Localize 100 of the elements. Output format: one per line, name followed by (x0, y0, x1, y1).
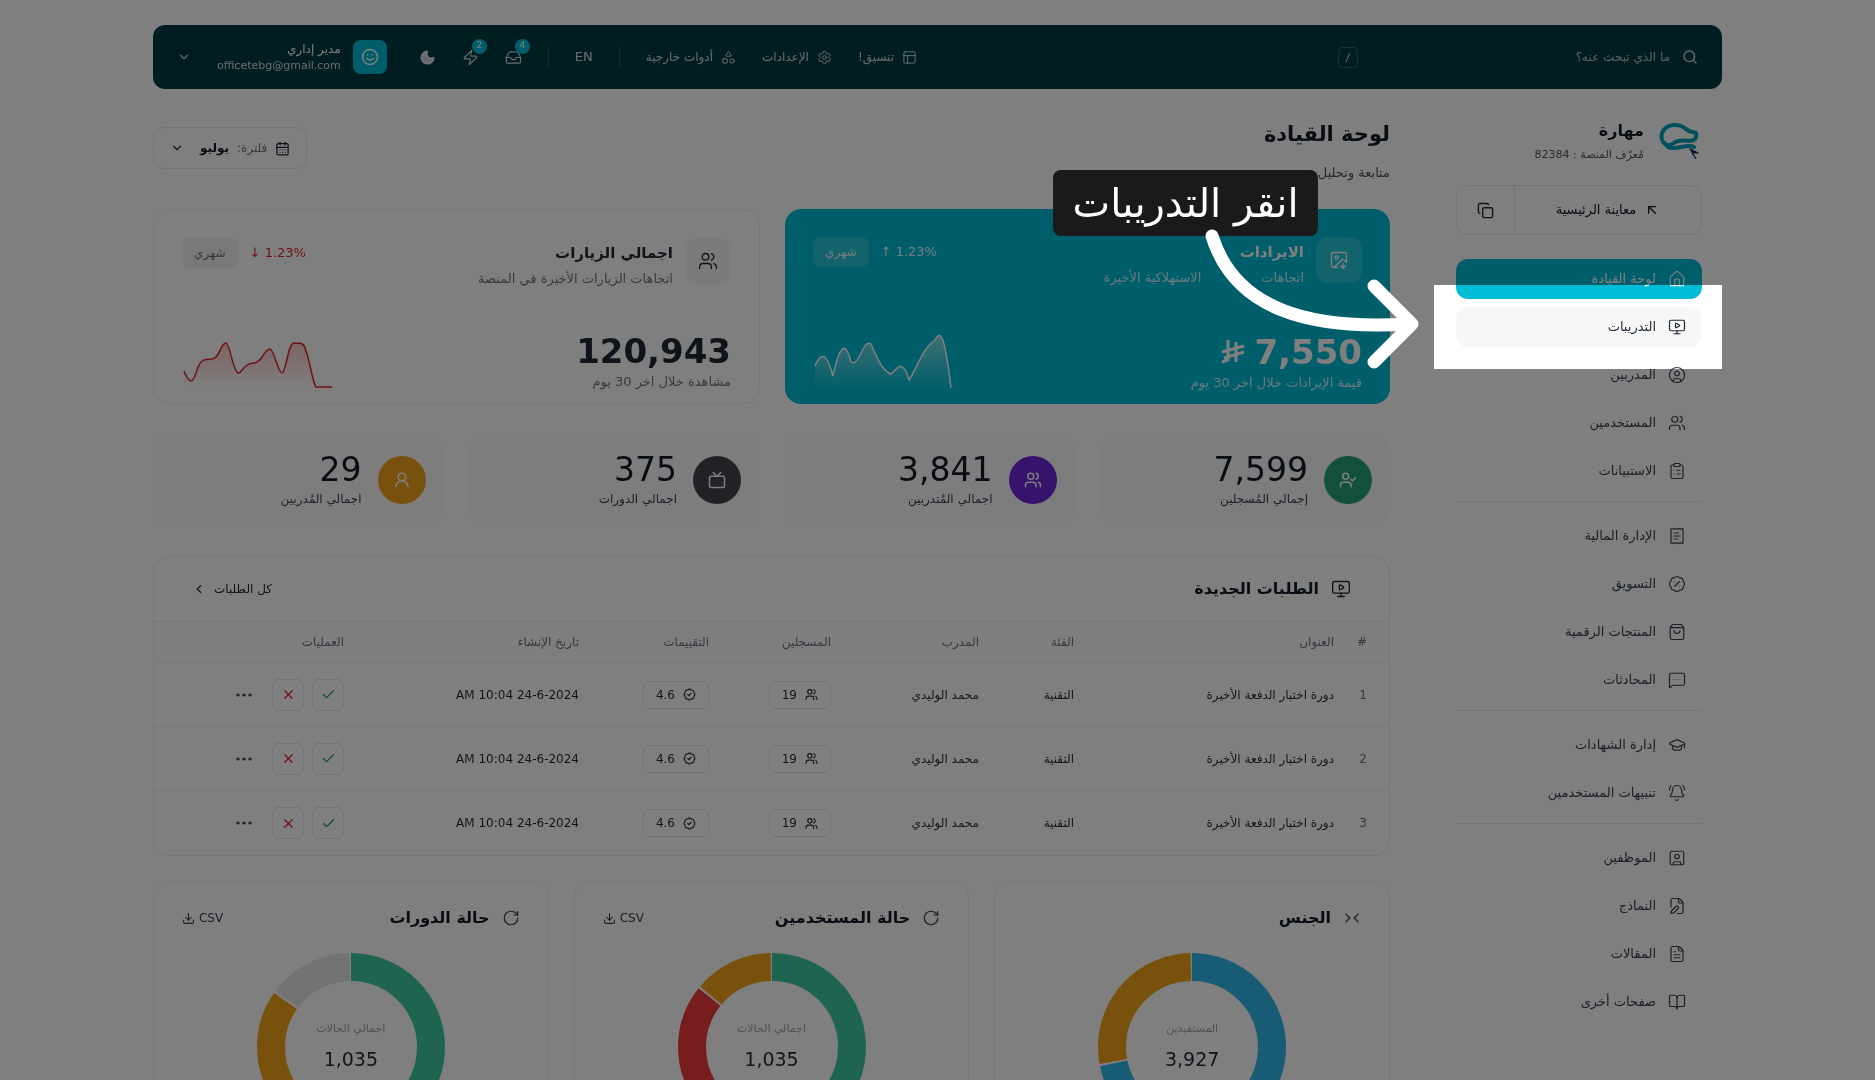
chat-icon (1668, 671, 1686, 689)
reject-button[interactable] (272, 807, 304, 839)
sidebar-item[interactable]: الإدارة المالية (1456, 516, 1702, 556)
table-cell: دورة اختبار الدفعة الأخيرة (1206, 816, 1334, 830)
download-icon (182, 911, 195, 925)
sidebar-item[interactable]: تنبيهات المستخدمين (1456, 773, 1702, 813)
settings-icon (816, 49, 832, 65)
table-cell: دورة اختبار الدفعة الأخيرة (1206, 751, 1334, 766)
brand-name: مهارة (1597, 120, 1644, 142)
percent-badge-icon (1668, 575, 1686, 593)
language-button[interactable]: EN (574, 47, 593, 67)
card-title: الايرادات (1238, 242, 1304, 263)
enrolled-pill: 19 (768, 680, 831, 709)
notification-button[interactable] (461, 48, 479, 66)
tv-icon (708, 471, 726, 489)
dark-mode-toggle[interactable] (418, 48, 436, 66)
column-header: الفئة (1050, 635, 1074, 649)
play-screen-icon (1668, 318, 1686, 336)
top-bar-link[interactable]: أدوات خارجية (645, 48, 736, 66)
card-caption: مشاهدة خلال اخر 30 يوم (591, 372, 731, 391)
card-subtitle: اتجاهات الزيارات الأخيرة في المنصة (478, 269, 673, 288)
ellipsis-icon (236, 692, 252, 697)
sidebar-item[interactable]: المنتجات الرقمية (1456, 612, 1702, 652)
change-indicator: ↑ 1.23% (880, 243, 937, 262)
table-cell: التقنية (1043, 751, 1074, 766)
page-title: لوحة القيادة (1263, 121, 1390, 148)
table-cell: التقنية (1043, 687, 1074, 702)
top-bar-link[interactable]: الإعدادات (762, 48, 832, 66)
reject-button[interactable] (272, 742, 304, 775)
table-cell: 24-6-2024 10:04 AM (456, 816, 579, 830)
play-screen-icon (1331, 579, 1351, 599)
house-icon (1668, 270, 1686, 288)
table-cell: التقنية (1043, 816, 1074, 830)
stat-label: إجمالي المُسجلين (1219, 490, 1308, 508)
table-cell: محمد الوليدي (911, 687, 979, 702)
table-cell: دورة اختبار الدفعة الأخيرة (1206, 687, 1334, 702)
table-cell: محمد الوليدي (911, 816, 979, 830)
stat-label: اجمالي المُدربين (280, 490, 362, 508)
user-icon (392, 471, 411, 489)
badge-icon (683, 688, 696, 701)
period-tag[interactable]: شهري (182, 238, 238, 268)
sidebar-item[interactable]: الاستبيانات (1456, 451, 1702, 491)
users-icon (805, 752, 818, 765)
shortcut-key: / (1337, 46, 1358, 68)
smile-icon (360, 48, 379, 66)
stat-value: 29 (318, 452, 362, 486)
card-title: اجمالي الزيارات (554, 243, 673, 264)
rating-pill: 4.6 (642, 809, 709, 837)
table-cell: 24-6-2024 10:04 AM (456, 751, 579, 766)
download-icon (602, 911, 616, 925)
search-icon (1682, 49, 1698, 65)
currency-icon (1220, 337, 1247, 366)
stat-value: 375 (613, 452, 677, 486)
preview-home-button[interactable]: معاينة الرئيسية (1515, 186, 1701, 234)
file-pen-icon (1668, 897, 1686, 915)
sidebar-item[interactable]: الموظفين (1456, 838, 1702, 878)
notification-count: 2 (471, 38, 487, 54)
stat-value: 7,599 (1213, 452, 1308, 486)
users-icon (685, 238, 731, 284)
sidebar-item[interactable]: صفحات أخرى (1456, 982, 1702, 1022)
user-circle-icon (1668, 366, 1686, 384)
search-field[interactable]: ما الذي تبحث عنه؟ (1370, 48, 1670, 66)
stat-label: اجمالي المُتدربين (906, 490, 993, 508)
change-indicator: ↓ 1.23% (249, 244, 306, 263)
sidebar-item[interactable]: إدارة الشهادات (1456, 725, 1702, 765)
users-icon (1668, 414, 1686, 432)
table-cell: 2 (1359, 751, 1367, 766)
card-value: 120,943 (576, 333, 731, 368)
date-filter-dropdown[interactable]: فلترة: يوليو (153, 127, 308, 169)
table-cell: 3 (1359, 816, 1367, 830)
sidebar-item[interactable]: المحادثات (1456, 660, 1702, 700)
column-header: # (1356, 635, 1367, 649)
reject-button[interactable] (272, 678, 304, 711)
notification-button[interactable] (504, 48, 522, 66)
tour-tooltip: انقر التدريبات (1053, 170, 1318, 236)
lightning-icon (461, 48, 479, 66)
csv-export-button[interactable]: CSV (602, 909, 644, 927)
sidebar-item[interactable]: المستخدمين (1456, 403, 1702, 443)
sidebar-item[interactable]: التسويق (1456, 564, 1702, 604)
page-subtitle: متابعة وتحليل (1316, 163, 1390, 182)
badge-icon (683, 752, 696, 765)
refresh-icon (501, 909, 520, 927)
donut-total: 3,927 (1164, 1047, 1220, 1072)
enrolled-pill: 19 (768, 744, 831, 773)
graduation-cap-icon (1668, 736, 1686, 754)
csv-export-button[interactable]: CSV (182, 909, 224, 927)
sidebar-item[interactable]: النماذج (1456, 886, 1702, 926)
table-title: الطلبات الجديدة (1194, 578, 1319, 600)
rating-pill: 4.6 (642, 680, 709, 709)
all-requests-link[interactable]: كل الطلبات (192, 580, 272, 598)
image-download-icon (1316, 237, 1362, 283)
card-subtitle: الاستهلاكية الأخيرة (1103, 268, 1202, 287)
layout-icon (902, 49, 918, 65)
shapes-icon (721, 49, 736, 65)
users-icon (805, 688, 818, 701)
sidebar-item[interactable]: التدريبات (1456, 307, 1702, 347)
sidebar-item[interactable]: المدربين (1456, 355, 1702, 395)
top-bar-link[interactable]: تنسيق! (857, 48, 918, 66)
card-value: 7,550 (1254, 334, 1362, 369)
sidebar-item[interactable]: المقالات (1456, 934, 1702, 974)
